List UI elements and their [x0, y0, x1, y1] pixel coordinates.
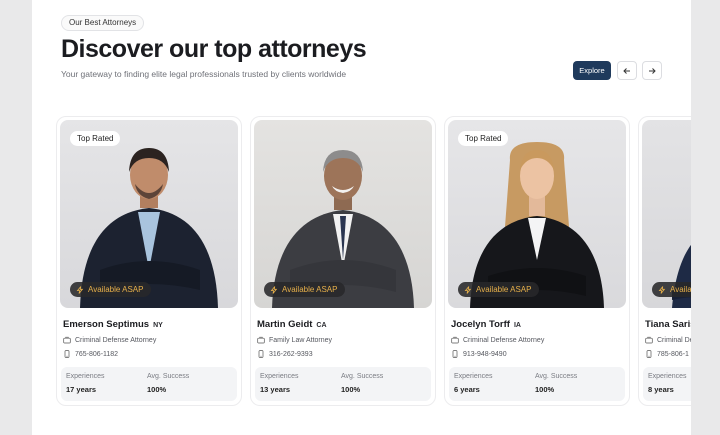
availability-badge: Available ASAP [458, 282, 540, 297]
experience-value: 8 years [648, 385, 674, 394]
attorney-stats: Experiences 6 years Avg. Success 100% [449, 367, 625, 401]
attorney-state: IA [513, 322, 521, 329]
briefcase-icon [645, 336, 653, 344]
lightning-icon [658, 285, 666, 294]
top-rated-badge: Top Rated [70, 131, 121, 146]
attorney-phone: 316-262-9393 [257, 350, 432, 358]
availability-badge: Available ASAP [652, 282, 691, 297]
attorney-name[interactable]: Martin Geidt [257, 319, 312, 330]
attorney-card[interactable]: Available ASAP Tiana Saris Criminal De 7… [638, 116, 691, 406]
phone-icon [646, 350, 652, 358]
lightning-icon [270, 285, 278, 294]
lightning-icon [464, 285, 472, 294]
attorney-photo: Top Rated Available ASAP [448, 120, 626, 308]
success-value: 100% [535, 385, 555, 394]
attorney-carousel: Top Rated Available ASAP Emerson Septimu… [56, 116, 691, 408]
attorney-phone: 913-948-9490 [451, 350, 626, 358]
attorney-photo: Available ASAP [254, 120, 432, 308]
phone-icon [64, 350, 70, 358]
attorney-state: CA [316, 322, 327, 329]
attorney-phone: 765-806-1182 [63, 350, 238, 358]
briefcase-icon [257, 336, 265, 344]
attorney-role: Criminal Defense Attorney [63, 336, 238, 344]
briefcase-icon [63, 336, 71, 344]
phone-icon [258, 350, 264, 358]
attorney-card[interactable]: Top Rated Available ASAP Emerson Septimu… [56, 116, 242, 406]
attorney-name[interactable]: Emerson Septimus [63, 319, 149, 330]
section-pill: Our Best Attorneys [61, 15, 145, 31]
experience-value: 17 years [66, 385, 97, 394]
attorney-state: NY [153, 322, 163, 329]
arrow-left-icon [623, 67, 630, 74]
availability-badge: Available ASAP [70, 282, 152, 297]
attorney-name[interactable]: Tiana Saris [645, 319, 691, 330]
attorney-photo: Top Rated Available ASAP [60, 120, 238, 308]
attorney-stats: Experiences 17 years Avg. Success 100% [61, 367, 237, 401]
attorney-card[interactable]: Available ASAP Martin Geidt CA Family La… [250, 116, 436, 406]
success-value: 100% [147, 385, 167, 394]
top-rated-badge: Top Rated [458, 131, 509, 146]
success-value: 100% [341, 385, 361, 394]
attorney-stats: Experiences 13 years Avg. Success 100% [255, 367, 431, 401]
experience-value: 6 years [454, 385, 480, 394]
availability-badge: Available ASAP [264, 282, 346, 297]
briefcase-icon [451, 336, 459, 344]
carousel-next-button[interactable] [642, 61, 662, 80]
attorney-stats: Experiences8 years Avg. Success [643, 367, 691, 401]
arrow-right-icon [649, 67, 656, 74]
attorney-photo: Available ASAP [642, 120, 691, 308]
attorney-role: Criminal Defense Attorney [451, 336, 626, 344]
attorneys-section: Our Best Attorneys Discover our top atto… [32, 0, 691, 435]
attorney-role: Family Law Attorney [257, 336, 432, 344]
experience-value: 13 years [260, 385, 291, 394]
phone-icon [452, 350, 458, 358]
attorney-card[interactable]: Top Rated Available ASAP Jocelyn Torff I… [444, 116, 630, 406]
page-subtitle: Your gateway to finding elite legal prof… [61, 69, 347, 79]
explore-button[interactable]: Explore [573, 61, 611, 80]
attorney-phone: 785-806-1 [645, 350, 691, 358]
attorney-role: Criminal De [645, 336, 691, 344]
carousel-prev-button[interactable] [617, 61, 637, 80]
page-title: Discover our top attorneys [61, 35, 367, 63]
attorney-name[interactable]: Jocelyn Torff [451, 319, 510, 330]
lightning-icon [76, 285, 84, 294]
